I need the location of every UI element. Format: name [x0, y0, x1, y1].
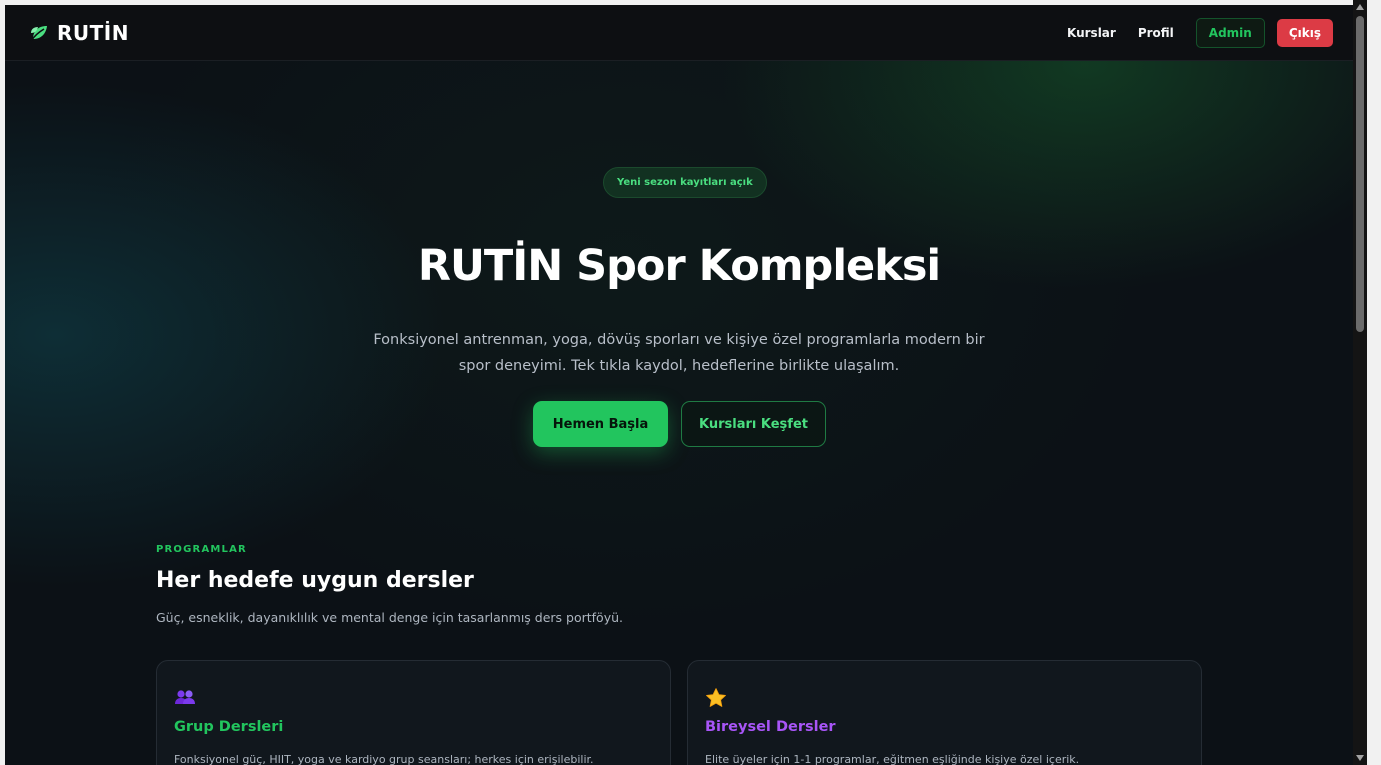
get-started-button[interactable]: Hemen Başla	[533, 401, 668, 447]
star-icon	[706, 688, 726, 707]
hero-title: RUTİN Spor Kompleksi	[417, 241, 941, 291]
nav-actions: Kurslar Profil Admin Çıkış	[1067, 17, 1333, 48]
leaf-logo-icon	[30, 25, 47, 41]
window-right-edge	[1367, 0, 1381, 765]
card-title: Grup Dersleri	[174, 719, 284, 735]
program-card-individual[interactable]: Bireysel Dersler Elite üyeler için 1-1 p…	[687, 660, 1202, 765]
section-eyebrow: PROGRAMLAR	[156, 544, 247, 555]
admin-button[interactable]: Admin	[1195, 17, 1265, 48]
page-viewport: RUTİN Kurslar Profil Admin Çıkış Yeni se…	[5, 5, 1353, 765]
nav-link-kurslar[interactable]: Kurslar	[1067, 26, 1116, 40]
program-card-group[interactable]: Grup Dersleri Fonksiyonel güç, HIIT, yog…	[156, 660, 671, 765]
section-title: Her hedefe uygun dersler	[156, 568, 474, 593]
navbar: RUTİN Kurslar Profil Admin Çıkış	[5, 5, 1353, 61]
scroll-down-arrow-icon[interactable]	[1356, 755, 1364, 761]
card-description: Elite üyeler için 1-1 programlar, eğitme…	[705, 753, 1080, 765]
explore-courses-button[interactable]: Kursları Keşfet	[681, 401, 826, 447]
logout-button[interactable]: Çıkış	[1276, 18, 1333, 47]
scroll-thumb[interactable]	[1356, 16, 1364, 332]
vertical-scrollbar[interactable]	[1353, 0, 1367, 765]
scroll-up-arrow-icon[interactable]	[1356, 4, 1364, 10]
card-title: Bireysel Dersler	[705, 719, 836, 735]
hero-subtitle: Fonksiyonel antrenman, yoga, dövüş sporl…	[373, 332, 985, 374]
brand[interactable]: RUTİN	[29, 21, 129, 45]
card-description: Fonksiyonel güç, HIIT, yoga ve kardiyo g…	[174, 753, 594, 765]
nav-link-profil[interactable]: Profil	[1138, 26, 1174, 40]
people-icon	[175, 690, 195, 704]
section-subtitle: Güç, esneklik, dayanıklılık ve mental de…	[156, 610, 623, 625]
season-badge: Yeni sezon kayıtları açık	[603, 167, 767, 198]
brand-name: RUTİN	[57, 20, 129, 45]
